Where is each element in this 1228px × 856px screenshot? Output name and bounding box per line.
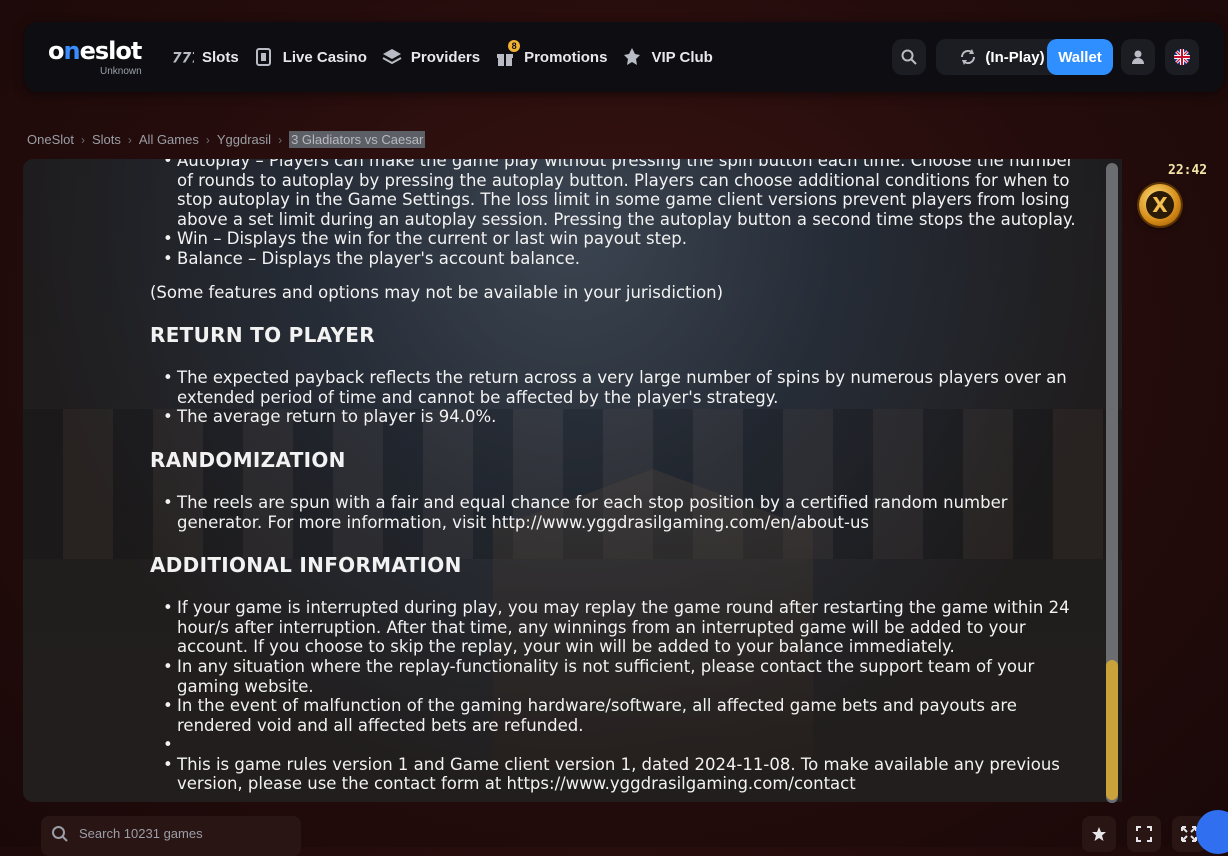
user-icon xyxy=(1132,50,1144,64)
rules-scrollbar[interactable] xyxy=(1106,163,1118,803)
card-icon xyxy=(253,46,275,68)
rtp-heading: RETURN TO PLAYER xyxy=(150,323,375,348)
breadcrumb-all-games[interactable]: All Games xyxy=(139,132,199,147)
nav-live-casino-label: Live Casino xyxy=(282,48,367,66)
uk-flag-icon xyxy=(1174,49,1190,65)
rtp-list: The expected payback reflects the return… xyxy=(150,368,1080,427)
logo-subtitle: Unknown xyxy=(100,66,142,77)
crown-icon xyxy=(621,46,643,68)
additional-info-list: If your game is interrupted during play,… xyxy=(150,598,1080,794)
additional-info-heading: ADDITIONAL INFORMATION xyxy=(150,553,462,578)
chevron-right-icon: › xyxy=(80,132,85,147)
site-logo[interactable]: oneslot Unknown xyxy=(48,37,142,77)
list-item: In the event of malfunction of the gamin… xyxy=(163,696,1080,735)
logo-text: oneslot xyxy=(48,37,142,65)
chevron-right-icon: › xyxy=(278,132,283,147)
svg-text:777: 777 xyxy=(172,51,194,66)
scrollbar-thumb[interactable] xyxy=(1106,660,1118,800)
nav-vip-club[interactable]: VIP Club xyxy=(621,46,713,68)
randomization-heading: RANDOMIZATION xyxy=(150,447,346,472)
nav-providers[interactable]: Providers xyxy=(381,46,480,68)
search-button[interactable] xyxy=(892,39,926,75)
close-rules-button[interactable]: X xyxy=(1139,184,1181,226)
gift-icon: 8 xyxy=(494,40,521,68)
language-selector[interactable] xyxy=(1165,39,1199,75)
top-header: oneslot Unknown 777 Slots Live Casino Pr… xyxy=(24,22,1224,92)
chevron-right-icon: › xyxy=(205,132,210,147)
layers-icon xyxy=(381,46,403,68)
main-nav: 777 Slots Live Casino Providers 8 Promot… xyxy=(172,22,713,92)
randomization-list: The reels are spun with a fair and equal… xyxy=(150,493,1080,532)
expand-icon xyxy=(1136,826,1152,842)
list-item: Win – Displays the win for the current o… xyxy=(163,229,1080,249)
list-item: The average return to player is 94.0%. xyxy=(163,407,1080,427)
nav-live-casino[interactable]: Live Casino xyxy=(253,46,367,68)
slots-777-icon: 777 xyxy=(172,46,194,68)
breadcrumb-oneslot[interactable]: OneSlot xyxy=(27,132,74,147)
nav-slots[interactable]: 777 Slots xyxy=(172,46,239,68)
list-item: Balance – Displays the player's account … xyxy=(163,249,1080,269)
promotions-badge: 8 xyxy=(508,40,521,52)
close-icon: X xyxy=(1146,191,1174,219)
list-item: Autoplay – Players can make the game pla… xyxy=(163,159,1080,229)
game-clock: 22:42 xyxy=(1168,163,1208,178)
in-play-label: (In-Play) xyxy=(985,48,1045,66)
list-item: The expected payback reflects the return… xyxy=(163,368,1080,407)
wallet-button[interactable]: Wallet xyxy=(1047,39,1113,75)
nav-providers-label: Providers xyxy=(410,48,481,66)
list-item xyxy=(163,735,1080,755)
list-item: In any situation where the replay-functi… xyxy=(163,657,1080,696)
nav-slots-label: Slots xyxy=(202,48,239,66)
breadcrumb-yggdrasil[interactable]: Yggdrasil xyxy=(217,132,271,147)
search-icon xyxy=(52,826,68,842)
game-search-field[interactable]: Search 10231 games xyxy=(41,816,301,856)
breadcrumb-current-game: 3 Gladiators vs Caesar xyxy=(289,131,426,148)
list-item: The reels are spun with a fair and equal… xyxy=(163,493,1080,532)
list-item: This is game rules version 1 and Game cl… xyxy=(163,755,1080,794)
chevron-right-icon: › xyxy=(127,132,132,147)
controls-list: Autoplay – Players can make the game pla… xyxy=(150,159,1080,269)
nav-promotions[interactable]: 8 Promotions xyxy=(494,40,608,68)
list-item: If your game is interrupted during play,… xyxy=(163,598,1080,657)
user-profile-button[interactable] xyxy=(1121,39,1155,75)
search-icon xyxy=(901,49,917,65)
refresh-icon xyxy=(961,49,976,65)
game-rules-text: Autoplay – Players can make the game pla… xyxy=(150,159,1080,794)
star-icon xyxy=(1092,827,1106,841)
search-placeholder: Search 10231 games xyxy=(79,826,203,841)
nav-promotions-label: Promotions xyxy=(524,48,608,66)
breadcrumb: OneSlot › Slots › All Games › Yggdrasil … xyxy=(27,131,426,148)
jurisdiction-note: (Some features and options may not be av… xyxy=(150,282,724,302)
game-frame[interactable]: Autoplay – Players can make the game pla… xyxy=(23,159,1122,802)
nav-vip-club-label: VIP Club xyxy=(651,48,713,66)
breadcrumb-slots[interactable]: Slots xyxy=(92,132,121,147)
fullscreen-icon xyxy=(1181,826,1197,842)
